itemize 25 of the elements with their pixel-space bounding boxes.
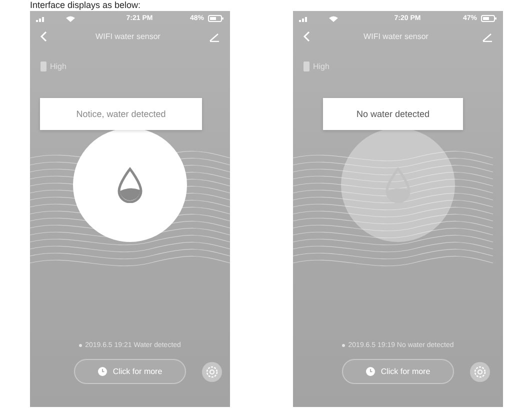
- back-icon[interactable]: [40, 31, 47, 42]
- click-for-more-button[interactable]: Click for more: [342, 359, 454, 384]
- wifi-icon: [66, 16, 75, 22]
- caption-text: Interface displays as below:: [29, 0, 142, 11]
- notice-text: Notice, water detected: [76, 109, 166, 119]
- click-for-more-button[interactable]: Click for more: [74, 359, 186, 384]
- settings-icon[interactable]: [202, 362, 222, 382]
- clock-icon: [98, 367, 107, 376]
- battery-icon: [40, 61, 47, 72]
- clock-icon: [366, 367, 375, 376]
- signal-icon: [36, 16, 46, 22]
- water-drop-icon: [385, 167, 411, 203]
- signal-icon: [299, 16, 309, 22]
- edit-icon[interactable]: [209, 32, 220, 42]
- screen-title: WIFI water sensor: [364, 32, 428, 41]
- settings-icon[interactable]: [470, 362, 490, 382]
- wifi-icon: [329, 16, 338, 22]
- notice-text: No water detected: [356, 109, 430, 119]
- screen-title: WIFI water sensor: [96, 32, 160, 41]
- edit-icon[interactable]: [482, 32, 493, 42]
- battery-icon: [481, 15, 497, 22]
- battery-icon: [303, 61, 310, 72]
- water-drop-icon: [117, 167, 143, 203]
- back-icon[interactable]: [303, 31, 310, 42]
- battery-icon: [208, 15, 224, 22]
